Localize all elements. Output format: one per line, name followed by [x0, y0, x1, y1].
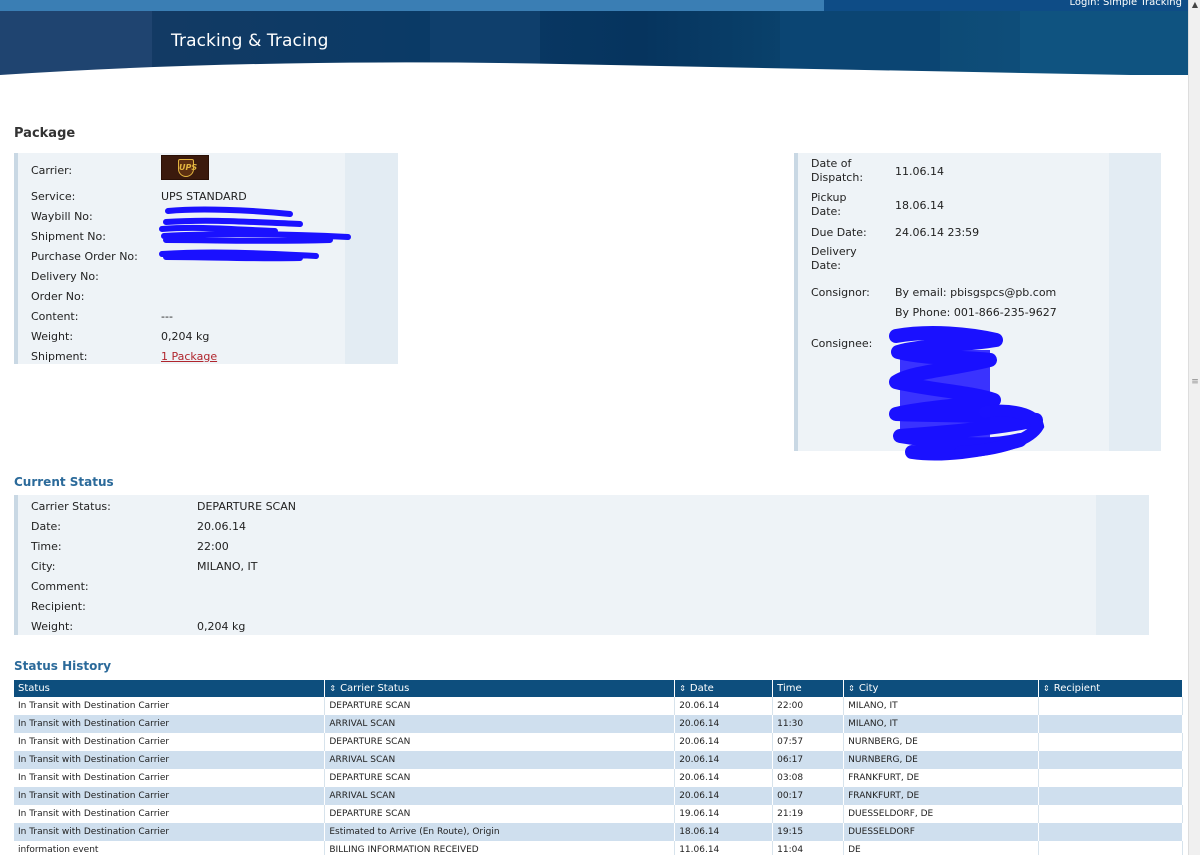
- cell-recipient: [1038, 823, 1183, 841]
- cell-date: 20.06.14: [674, 697, 774, 715]
- cell-carrier-status: ARRIVAL SCAN: [324, 751, 676, 769]
- cell-city: DUESSELDORF: [843, 823, 1040, 841]
- status-history-heading: Status History: [14, 659, 112, 673]
- cell-time: 19:15: [772, 823, 845, 841]
- cell-recipient: [1038, 787, 1183, 805]
- cell-date: 19.06.14: [674, 805, 774, 823]
- table-row: In Transit with Destination Carrier DEPA…: [14, 733, 1183, 751]
- table-row: In Transit with Destination Carrier DEPA…: [14, 697, 1183, 715]
- table-header-row: Status ⇕ Carrier Status ⇕ Date Time ⇕ City …: [14, 680, 1183, 697]
- table-row: In Transit with Destination Carrier DEPA…: [14, 769, 1183, 787]
- cell-time: 21:19: [772, 805, 845, 823]
- cell-time: 07:57: [772, 733, 845, 751]
- cell-city: MILANO, IT: [843, 715, 1040, 733]
- cell-status: In Transit with Destination Carrier: [14, 715, 326, 733]
- table-row: In Transit with Destination Carrier ARRI…: [14, 787, 1183, 805]
- table-row: In Transit with Destination Carrier DEPA…: [14, 805, 1183, 823]
- cell-status: In Transit with Destination Carrier: [14, 751, 326, 769]
- sort-icon[interactable]: ⇕: [848, 684, 855, 693]
- sort-icon[interactable]: ⇕: [679, 684, 686, 693]
- cell-carrier-status: DEPARTURE SCAN: [324, 769, 676, 787]
- cell-city: MILANO, IT: [843, 697, 1040, 715]
- cell-status: In Transit with Destination Carrier: [14, 769, 326, 787]
- col-city-header[interactable]: ⇕ City: [843, 680, 1040, 697]
- col-carrier-status-header[interactable]: ⇕ Carrier Status: [324, 680, 676, 697]
- cell-carrier-status: DEPARTURE SCAN: [324, 697, 676, 715]
- cell-date: 20.06.14: [674, 751, 774, 769]
- cell-date: 11.06.14: [674, 841, 774, 855]
- vertical-scrollbar[interactable]: ▲ ≡: [1188, 0, 1200, 855]
- current-status-panel: [14, 495, 1149, 635]
- col-recipient-header[interactable]: ⇕ Recipient: [1038, 680, 1183, 697]
- cell-date: 20.06.14: [674, 733, 774, 751]
- status-weight-value: 0,204 kg: [197, 620, 246, 633]
- col-status-header[interactable]: Status: [14, 680, 326, 697]
- cell-date: 18.06.14: [674, 823, 774, 841]
- cell-status: information event: [14, 841, 326, 855]
- cell-time: 11:30: [772, 715, 845, 733]
- cell-recipient: [1038, 697, 1183, 715]
- cell-date: 20.06.14: [674, 787, 774, 805]
- cell-city: FRANKFURT, DE: [843, 769, 1040, 787]
- status-city-label: City:: [31, 560, 56, 573]
- cell-status: In Transit with Destination Carrier: [14, 697, 326, 715]
- cell-recipient: [1038, 769, 1183, 787]
- status-city-value: MILANO, IT: [197, 560, 258, 573]
- cell-status: In Transit with Destination Carrier: [14, 733, 326, 751]
- scroll-grip-icon[interactable]: ≡: [1190, 378, 1200, 387]
- current-status-heading: Current Status: [14, 475, 114, 489]
- cell-status: In Transit with Destination Carrier: [14, 823, 326, 841]
- cell-time: 11:04: [772, 841, 845, 855]
- cell-time: 03:08: [772, 769, 845, 787]
- status-comment-label: Comment:: [31, 580, 89, 593]
- cell-recipient: [1038, 733, 1183, 751]
- sort-icon[interactable]: ⇕: [1043, 684, 1050, 693]
- col-date-header[interactable]: ⇕ Date: [674, 680, 774, 697]
- status-time-label: Time:: [31, 540, 62, 553]
- cell-city: NURNBERG, DE: [843, 751, 1040, 769]
- status-history-table: Status ⇕ Carrier Status ⇕ Date Time ⇕ City …: [14, 680, 1183, 855]
- col-time-header[interactable]: Time: [772, 680, 845, 697]
- cell-carrier-status: DEPARTURE SCAN: [324, 733, 676, 751]
- cell-status: In Transit with Destination Carrier: [14, 787, 326, 805]
- table-row: In Transit with Destination Carrier Esti…: [14, 823, 1183, 841]
- cell-carrier-status: BILLING INFORMATION RECEIVED: [324, 841, 676, 855]
- cell-recipient: [1038, 805, 1183, 823]
- status-time-value: 22:00: [197, 540, 229, 553]
- carrier-status-label: Carrier Status:: [31, 500, 111, 513]
- cell-city: DE: [843, 841, 1040, 855]
- status-recipient-label: Recipient:: [31, 600, 86, 613]
- table-row: information event BILLING INFORMATION RE…: [14, 841, 1183, 855]
- cell-city: NURNBERG, DE: [843, 733, 1040, 751]
- cell-recipient: [1038, 715, 1183, 733]
- status-weight-label: Weight:: [31, 620, 74, 633]
- scroll-up-icon[interactable]: ▲: [1189, 0, 1200, 10]
- table-row: In Transit with Destination Carrier ARRI…: [14, 751, 1183, 769]
- sort-icon[interactable]: ⇕: [329, 684, 336, 693]
- cell-carrier-status: ARRIVAL SCAN: [324, 715, 676, 733]
- status-date-label: Date:: [31, 520, 61, 533]
- cell-date: 20.06.14: [674, 769, 774, 787]
- cell-recipient: [1038, 841, 1183, 855]
- cell-time: 00:17: [772, 787, 845, 805]
- cell-time: 06:17: [772, 751, 845, 769]
- cell-date: 20.06.14: [674, 715, 774, 733]
- status-date-value: 20.06.14: [197, 520, 246, 533]
- cell-time: 22:00: [772, 697, 845, 715]
- cell-carrier-status: DEPARTURE SCAN: [324, 805, 676, 823]
- redaction-scribble-consignee: [889, 326, 1045, 461]
- table-row: In Transit with Destination Carrier ARRI…: [14, 715, 1183, 733]
- cell-carrier-status: ARRIVAL SCAN: [324, 787, 676, 805]
- cell-city: DUESSELDORF, DE: [843, 805, 1040, 823]
- carrier-status-value: DEPARTURE SCAN: [197, 500, 296, 513]
- cell-recipient: [1038, 751, 1183, 769]
- cell-city: FRANKFURT, DE: [843, 787, 1040, 805]
- cell-carrier-status: Estimated to Arrive (En Route), Origin: [324, 823, 676, 841]
- cell-status: In Transit with Destination Carrier: [14, 805, 326, 823]
